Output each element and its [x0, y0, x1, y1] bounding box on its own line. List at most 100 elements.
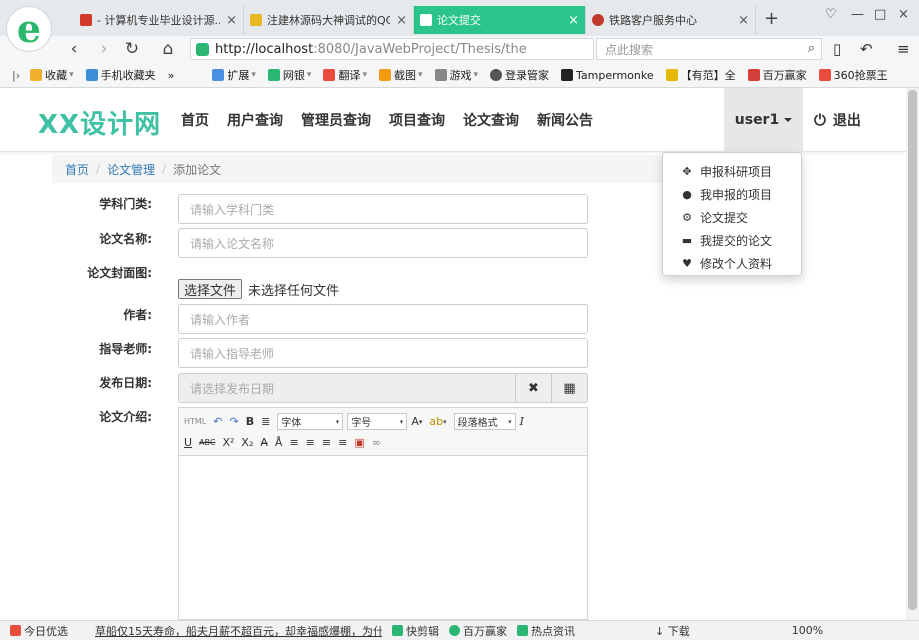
subject-input[interactable]: 请输入学科门类	[178, 194, 588, 224]
italic-button[interactable]: I	[520, 415, 524, 428]
status-hot-news[interactable]: 热点资讯	[517, 623, 575, 639]
bookmark-more[interactable]: »	[168, 69, 175, 82]
bookmark-item[interactable]: 收藏 ▾	[30, 67, 74, 83]
undo-icon[interactable]: ↶	[213, 415, 222, 428]
browser-logo-icon[interactable]: e	[6, 6, 52, 52]
skin-icon[interactable]: ♡	[825, 7, 837, 22]
reload-button[interactable]: ↻	[122, 39, 142, 59]
link-icon[interactable]: ∞	[372, 436, 381, 449]
sidebar-toggle-icon[interactable]: |›	[12, 69, 20, 82]
nav-admin-query[interactable]: 管理员查询	[301, 110, 371, 130]
nav-home[interactable]: 首页	[181, 110, 209, 130]
trophy-icon	[747, 69, 760, 81]
author-input[interactable]: 请输入作者	[178, 304, 588, 334]
close-icon[interactable]: ×	[568, 13, 579, 28]
close-window-button[interactable]: ×	[898, 7, 909, 22]
format-brush-icon[interactable]: Å	[275, 436, 283, 449]
bold-button[interactable]: B	[246, 415, 254, 428]
address-bar-row: ‹ › ↻ ⌂ http://localhost:8080/JavaWebPro…	[0, 36, 919, 63]
logout-link[interactable]: ⏻ 退出	[814, 88, 861, 152]
bookmark-item[interactable]: 手机收藏夹	[85, 67, 156, 83]
calendar-icon[interactable]: ▦	[552, 373, 588, 403]
nav-user-query[interactable]: 用户查询	[227, 110, 283, 130]
breadcrumb-thesis-management[interactable]: 论文管理	[107, 161, 155, 178]
menu-icon[interactable]: ≡	[897, 40, 910, 58]
html-source-button[interactable]: HTML	[184, 417, 206, 426]
menu-item-apply-project[interactable]: ✥ 申报科研项目	[663, 160, 801, 183]
subscript-button[interactable]: X₂	[241, 436, 253, 449]
align-justify-icon[interactable]: ≡	[338, 436, 347, 449]
status-download[interactable]: ↓ 下载	[655, 623, 690, 639]
menu-item-edit-profile[interactable]: ♥ 修改个人资料	[663, 252, 801, 275]
cover-file-input[interactable]: 选择文件 未选择任何文件	[178, 279, 339, 299]
breadcrumb-home[interactable]: 首页	[65, 161, 89, 178]
menu-item-my-projects[interactable]: ● 我申报的项目	[663, 183, 801, 206]
undo-icon[interactable]: ↶	[860, 40, 873, 58]
bookmark-item[interactable]: 扩展 ▾	[212, 67, 256, 83]
bookmark-item[interactable]: 截图 ▾	[378, 67, 423, 83]
page-scrollbar[interactable]	[906, 88, 919, 620]
nav-news[interactable]: 新闻公告	[537, 110, 593, 130]
clear-format-icon[interactable]: A̶	[260, 436, 268, 449]
align-left-icon[interactable]: ≡	[289, 436, 298, 449]
scrollbar-thumb[interactable]	[908, 90, 917, 610]
menu-item-submit-thesis[interactable]: ⚙ 论文提交	[663, 206, 801, 229]
status-million-winner[interactable]: 百万赢家	[449, 623, 507, 639]
font-family-select[interactable]: 字体 ▾	[277, 413, 344, 430]
advisor-input[interactable]: 请输入指导老师	[178, 338, 588, 368]
bookmark-item[interactable]: 翻译 ▾	[323, 67, 367, 83]
site-logo[interactable]: XX设计网	[38, 104, 161, 141]
minimize-button[interactable]: —	[851, 7, 864, 22]
status-news-ticker[interactable]: 草船仅15天寿命，船夫月薪不超百元，却幸福感爆棚，为什	[92, 623, 382, 639]
publish-date-label: 发布日期:	[99, 376, 152, 390]
search-icon[interactable]: ⌕	[808, 41, 815, 56]
editor-content-area[interactable]	[179, 456, 587, 619]
bookmark-item[interactable]: 百万赢家	[747, 67, 807, 83]
nav-thesis-query[interactable]: 论文查询	[463, 110, 519, 130]
bookmark-item[interactable]: 登录管家	[490, 67, 549, 83]
url-input[interactable]: http://localhost:8080/JavaWebProject/The…	[190, 38, 594, 60]
close-icon[interactable]: ×	[396, 13, 407, 28]
nav-project-query[interactable]: 项目查询	[389, 110, 445, 130]
maximize-button[interactable]: □	[874, 7, 886, 22]
align-right-icon[interactable]: ≡	[322, 436, 331, 449]
new-tab-button[interactable]: +	[764, 8, 779, 29]
highlight-button[interactable]: ab ▾	[429, 415, 446, 428]
format-icon[interactable]: ≣	[261, 415, 270, 428]
bookmark-item[interactable]: 网银 ▾	[267, 67, 311, 83]
clear-date-icon[interactable]: ✖	[516, 373, 552, 403]
browser-tab-3-active[interactable]: 论文提交 ×	[414, 6, 586, 34]
back-button[interactable]: ‹	[64, 39, 84, 59]
home-button[interactable]: ⌂	[158, 39, 178, 59]
superscript-button[interactable]: X²	[222, 436, 234, 449]
user-menu-toggle[interactable]: user1	[724, 88, 803, 152]
bookmark-item[interactable]: 【有范】全	[665, 67, 736, 83]
image-icon[interactable]: ▣	[354, 436, 364, 449]
browser-tab-2[interactable]: 注建林源码大神调试的QQ ×	[244, 6, 414, 34]
font-size-select[interactable]: 字号 ▾	[347, 413, 408, 430]
redo-icon[interactable]: ↷	[229, 415, 238, 428]
forward-button[interactable]: ›	[94, 39, 114, 59]
bank-icon	[267, 69, 280, 81]
bookmark-item[interactable]: Tampermonke	[561, 69, 654, 82]
bookmark-item[interactable]: 游戏 ▾	[434, 67, 478, 83]
strikethrough-button[interactable]: ABC	[199, 438, 215, 447]
status-zoom[interactable]: 100%	[792, 624, 823, 637]
browser-search-input[interactable]: 点此搜索 ⌕	[596, 38, 822, 60]
font-color-button[interactable]: A ▾	[411, 415, 422, 428]
status-daily-picks[interactable]: 今日优选	[10, 623, 68, 639]
status-quick-clip[interactable]: 快剪辑	[392, 623, 439, 639]
phone-icon[interactable]: ▯	[833, 40, 841, 58]
menu-item-my-theses[interactable]: ▬ 我提交的论文	[663, 229, 801, 252]
bookmark-item[interactable]: 360抢票王	[818, 67, 888, 83]
close-icon[interactable]: ×	[226, 13, 237, 28]
close-icon[interactable]: ×	[738, 13, 749, 28]
browser-tab-1[interactable]: - 计算机专业毕业设计源... ×	[74, 6, 244, 34]
browser-tab-4[interactable]: 铁路客户服务中心 ×	[586, 6, 756, 34]
thesis-name-input[interactable]: 请输入论文名称	[178, 228, 588, 258]
underline-button[interactable]: U	[184, 436, 192, 449]
choose-file-button[interactable]: 选择文件	[178, 279, 243, 299]
align-center-icon[interactable]: ≡	[306, 436, 315, 449]
publish-date-input[interactable]: 请选择发布日期	[178, 373, 516, 403]
paragraph-format-select[interactable]: 段落格式 ▾	[453, 413, 516, 430]
